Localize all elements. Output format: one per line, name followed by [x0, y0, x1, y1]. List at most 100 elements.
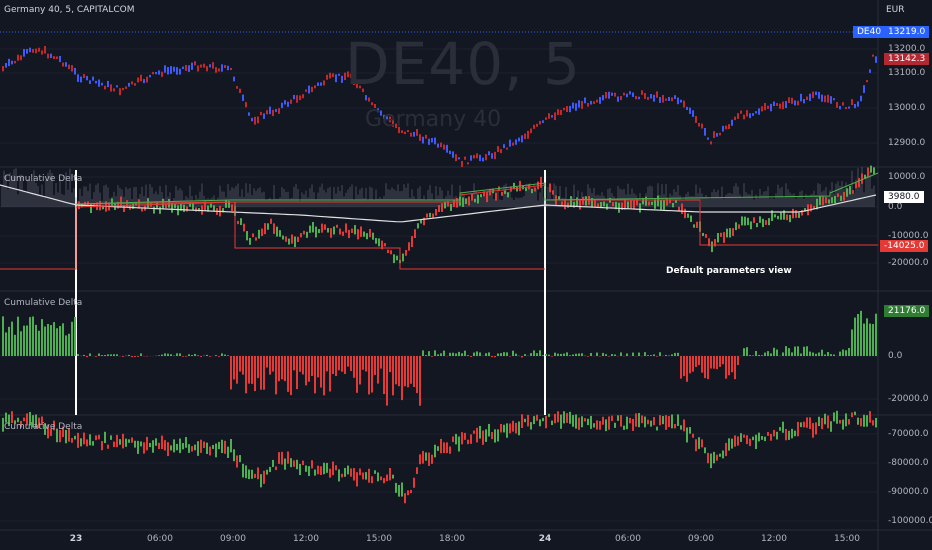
price-candle: [74, 67, 76, 75]
cumulative-delta-candle: [683, 419, 685, 432]
cumulative-delta-candle: [5, 412, 7, 423]
cumulative-delta-candle: [428, 452, 430, 466]
delta-candle: [249, 237, 251, 245]
delta-candle: [681, 203, 683, 215]
delta-candle: [846, 188, 848, 197]
indicator-title[interactable]: Cumulative Delta: [4, 174, 82, 184]
histogram-bar: [431, 356, 433, 357]
indicator-title[interactable]: Cumulative Delta: [4, 422, 82, 432]
price-candle: [41, 50, 43, 55]
delta-candle: [639, 203, 641, 213]
price-candle: [245, 102, 247, 108]
delta-candle: [450, 203, 452, 211]
histogram-bar: [389, 356, 391, 373]
histogram-bar: [374, 356, 376, 376]
price-candle: [170, 66, 172, 74]
cumulative-delta-candle: [665, 415, 667, 430]
price-candle: [326, 74, 328, 80]
histogram-bar: [479, 352, 481, 356]
delta-candle: [435, 208, 437, 216]
cumulative-delta-candle: [92, 441, 94, 446]
histogram-bar: [809, 351, 811, 356]
price-candle: [683, 100, 685, 108]
delta-candle: [822, 196, 824, 206]
histogram-bar: [548, 354, 550, 356]
price-candle: [95, 80, 97, 84]
cumulative-delta-candle: [434, 444, 436, 458]
price-candle: [515, 139, 517, 145]
delta-candle: [627, 201, 629, 209]
price-candle: [845, 107, 847, 110]
indicator-title[interactable]: Cumulative Delta: [4, 298, 82, 308]
histogram-bar: [236, 356, 238, 384]
delta-candle: [348, 229, 350, 239]
price-candle: [167, 67, 169, 75]
delta-candle: [606, 203, 608, 210]
price-candle: [179, 68, 181, 75]
price-candle: [617, 96, 619, 102]
histogram-bar: [851, 329, 853, 356]
histogram-bar: [65, 335, 67, 356]
price-candle: [263, 113, 265, 119]
cumulative-delta-candle: [383, 477, 385, 484]
cumulative-delta-candle: [482, 430, 484, 445]
histogram-bar: [830, 354, 832, 356]
histogram-bar: [347, 356, 349, 367]
delta-candle: [693, 224, 695, 228]
delta-candle: [558, 196, 560, 200]
cumulative-delta-candle: [314, 469, 316, 476]
delta-candle: [279, 230, 281, 237]
cumulative-delta-candle: [77, 432, 79, 448]
cumulative-delta-candle: [794, 430, 796, 437]
cumulative-delta-candle: [23, 417, 25, 422]
cumulative-delta-candle: [575, 414, 577, 429]
histogram-bar: [167, 353, 169, 356]
cumulative-delta-candle: [533, 416, 535, 425]
price-candle: [647, 96, 649, 100]
symbol-title[interactable]: Germany 40, 5, CAPITALCOM: [4, 5, 134, 15]
cumulative-delta-candle: [806, 417, 808, 428]
delta-candle: [363, 231, 365, 237]
cumulative-delta-candle: [407, 490, 409, 496]
price-candle: [734, 116, 736, 121]
histogram-bar: [392, 356, 394, 396]
price-candle: [839, 105, 841, 110]
price-candle: [227, 65, 229, 71]
price-candle: [20, 55, 22, 61]
delta-candle: [567, 202, 569, 208]
histogram-bar: [122, 356, 124, 357]
cumulative-delta-candle: [695, 439, 697, 452]
cumulative-delta-candle: [632, 418, 634, 431]
price-candle: [14, 60, 16, 64]
price-candle: [452, 151, 454, 158]
price-candle: [773, 101, 775, 107]
cumulative-delta-candle: [254, 473, 256, 478]
price-candle: [152, 71, 154, 75]
cumulative-delta-candle: [506, 423, 508, 438]
histogram-bar: [608, 356, 610, 357]
histogram-bar: [44, 326, 46, 356]
histogram-bar: [800, 353, 802, 356]
cumulative-delta-candle: [416, 467, 418, 474]
cumulative-delta-candle: [152, 440, 154, 453]
delta-candle: [387, 249, 389, 254]
histogram-bar: [467, 355, 469, 356]
delta-candle: [426, 213, 428, 218]
histogram-bar: [101, 355, 103, 356]
price-candle: [731, 119, 733, 126]
cumulative-delta-candle: [770, 433, 772, 441]
price-candle: [80, 76, 82, 83]
price-candle: [305, 89, 307, 92]
histogram-bar: [596, 352, 598, 356]
cumulative-delta-candle: [524, 418, 526, 423]
cumulative-delta-candle: [425, 452, 427, 461]
price-candle: [56, 56, 58, 60]
cumulative-delta-candle: [128, 439, 130, 443]
cumulative-delta-candle: [728, 438, 730, 451]
price-candle: [497, 146, 499, 153]
histogram-bar: [689, 356, 691, 374]
price-candle: [710, 141, 712, 145]
cumulative-delta-candle: [317, 465, 319, 475]
cumulative-delta-candle: [872, 420, 874, 426]
cumulative-delta-candle: [248, 469, 250, 480]
